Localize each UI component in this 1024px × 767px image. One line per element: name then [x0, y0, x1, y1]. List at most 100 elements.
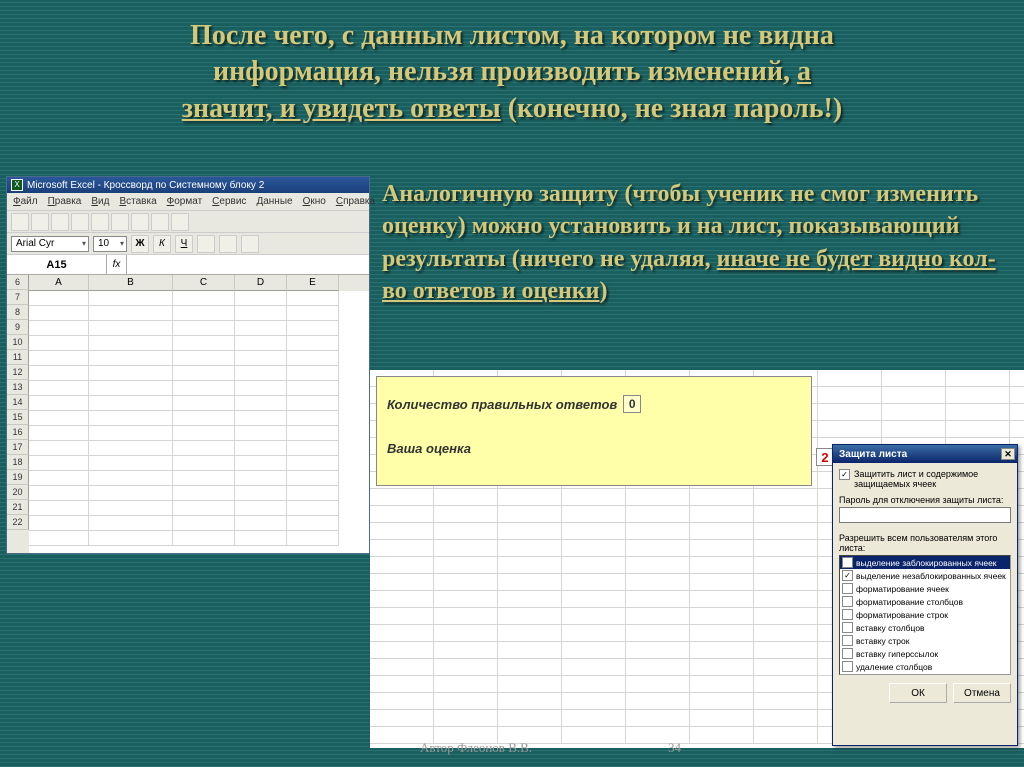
cell[interactable] [235, 501, 287, 516]
cancel-button[interactable]: Отмена [953, 683, 1011, 703]
formula-bar[interactable] [127, 255, 369, 274]
cell[interactable] [89, 501, 173, 516]
cell[interactable] [29, 306, 89, 321]
cell[interactable] [173, 381, 235, 396]
row-header[interactable]: 15 [7, 410, 29, 425]
cell[interactable] [29, 441, 89, 456]
cell[interactable] [287, 336, 339, 351]
row-header[interactable]: 9 [7, 320, 29, 335]
tb-undo[interactable] [151, 213, 169, 231]
cell[interactable] [173, 396, 235, 411]
cell[interactable] [235, 441, 287, 456]
permission-item[interactable]: форматирование столбцов [840, 595, 1010, 608]
permission-item[interactable]: вставку гиперссылок [840, 647, 1010, 660]
permission-checkbox[interactable] [842, 609, 853, 620]
cell[interactable] [89, 336, 173, 351]
row-header[interactable]: 16 [7, 425, 29, 440]
row-header[interactable]: 10 [7, 335, 29, 350]
cell[interactable] [173, 441, 235, 456]
menu-insert[interactable]: Вставка [119, 196, 156, 207]
permission-item[interactable]: удаление столбцов [840, 660, 1010, 673]
cell[interactable] [287, 471, 339, 486]
align-center-btn[interactable] [219, 235, 237, 253]
cell[interactable] [29, 321, 89, 336]
cell[interactable] [173, 351, 235, 366]
cell[interactable] [29, 291, 89, 306]
cell[interactable] [235, 411, 287, 426]
menu-edit[interactable]: Правка [48, 196, 82, 207]
cell[interactable] [173, 516, 235, 531]
ok-button[interactable]: ОК [889, 683, 947, 703]
align-right-btn[interactable] [241, 235, 259, 253]
cell[interactable] [287, 501, 339, 516]
row-header[interactable]: 7 [7, 290, 29, 305]
cell[interactable] [89, 381, 173, 396]
cell[interactable] [235, 321, 287, 336]
cell[interactable] [287, 441, 339, 456]
row-header[interactable]: 14 [7, 395, 29, 410]
protect-checkbox[interactable]: ✓ [839, 469, 850, 480]
cell[interactable] [287, 426, 339, 441]
cell[interactable] [287, 516, 339, 531]
cell[interactable] [287, 486, 339, 501]
row-header[interactable]: 8 [7, 305, 29, 320]
permission-item[interactable]: вставку столбцов [840, 621, 1010, 634]
cell[interactable] [173, 411, 235, 426]
tb-paste[interactable] [131, 213, 149, 231]
cell[interactable] [89, 291, 173, 306]
tb-print[interactable] [71, 213, 89, 231]
cell[interactable] [173, 501, 235, 516]
cell[interactable] [173, 486, 235, 501]
tb-save[interactable] [51, 213, 69, 231]
fx-label[interactable]: fx [107, 255, 127, 274]
permission-checkbox[interactable]: ✓ [842, 570, 853, 581]
col-header[interactable]: A [29, 275, 89, 291]
cell[interactable] [235, 396, 287, 411]
cell[interactable] [287, 396, 339, 411]
cell[interactable] [173, 321, 235, 336]
cell[interactable] [29, 456, 89, 471]
permission-checkbox[interactable] [842, 622, 853, 633]
align-left-btn[interactable] [197, 235, 215, 253]
cell[interactable] [29, 336, 89, 351]
cell[interactable] [287, 531, 339, 546]
menu-help[interactable]: Справка [336, 196, 375, 207]
tb-new[interactable] [11, 213, 29, 231]
cell[interactable] [89, 426, 173, 441]
cell[interactable] [287, 411, 339, 426]
cell[interactable] [89, 456, 173, 471]
cell[interactable] [89, 531, 173, 546]
cell[interactable] [173, 456, 235, 471]
excel-menubar[interactable]: Файл Правка Вид Вставка Формат Сервис Да… [7, 193, 369, 211]
tb-open[interactable] [31, 213, 49, 231]
cell[interactable] [89, 396, 173, 411]
cell[interactable] [29, 351, 89, 366]
permission-item[interactable]: ✓выделение незаблокированных ячеек [840, 569, 1010, 582]
font-name-select[interactable]: Arial Cyr [11, 236, 89, 252]
menu-window[interactable]: Окно [303, 196, 326, 207]
tb-copy[interactable] [111, 213, 129, 231]
menu-file[interactable]: Файл [13, 196, 38, 207]
permission-item[interactable]: форматирование строк [840, 608, 1010, 621]
cell[interactable] [287, 456, 339, 471]
cell[interactable] [173, 471, 235, 486]
tb-cut[interactable] [91, 213, 109, 231]
cell[interactable] [287, 351, 339, 366]
dialog-close-button[interactable]: ✕ [1001, 448, 1015, 460]
cell[interactable] [287, 306, 339, 321]
cell[interactable] [29, 501, 89, 516]
cell[interactable] [235, 366, 287, 381]
permission-item[interactable]: удаление строк [840, 673, 1010, 675]
row-header[interactable]: 20 [7, 485, 29, 500]
cell[interactable] [173, 336, 235, 351]
cell[interactable] [173, 531, 235, 546]
cell[interactable] [235, 291, 287, 306]
permission-checkbox[interactable] [842, 596, 853, 607]
permissions-list[interactable]: ✓выделение заблокированных ячеек✓выделен… [839, 555, 1011, 675]
cell[interactable] [29, 486, 89, 501]
password-input[interactable] [839, 507, 1011, 523]
cell[interactable] [287, 366, 339, 381]
cell[interactable] [89, 486, 173, 501]
cell[interactable] [29, 531, 89, 546]
row-header[interactable]: 17 [7, 440, 29, 455]
